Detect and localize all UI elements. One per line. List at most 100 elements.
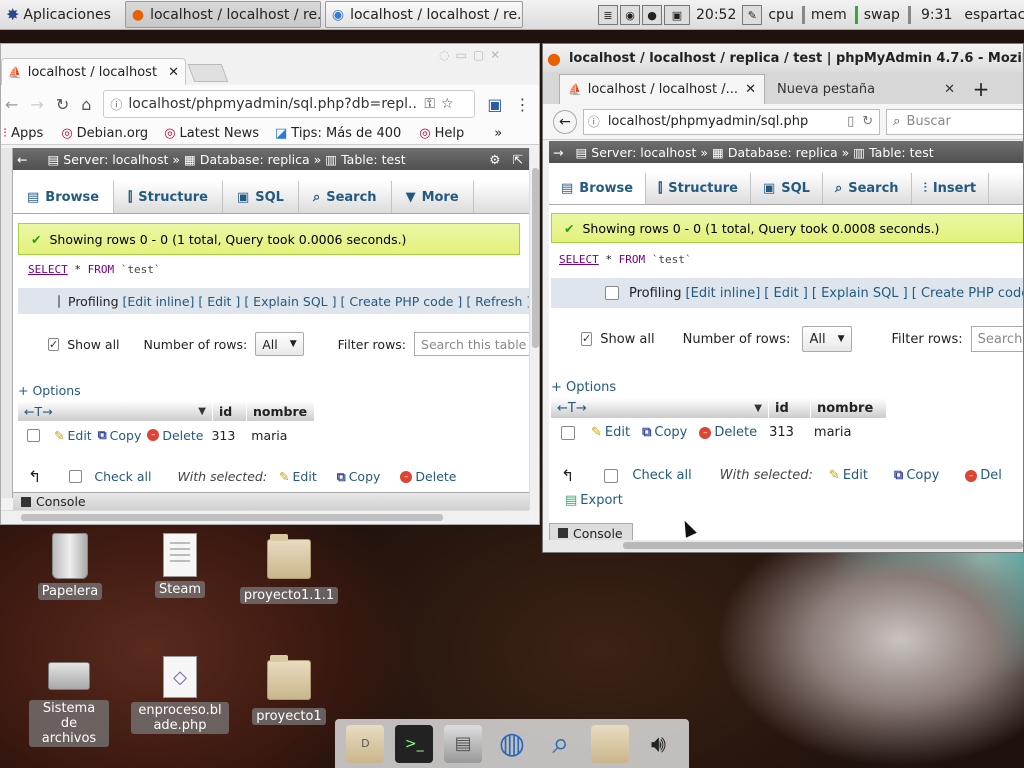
- desktop-icon-steam[interactable]: Steam: [125, 533, 235, 598]
- home-folder-icon[interactable]: D: [346, 724, 385, 763]
- tab-structure[interactable]: ⫿ Structure: [646, 173, 751, 204]
- bulk-edit-button[interactable]: ✎ Edit: [829, 468, 868, 483]
- row-checkbox[interactable]: [27, 428, 40, 442]
- right-address-bar[interactable]: ⓘ localhost/phpmyadmin/sql.php ▯ ↻: [582, 108, 881, 135]
- firefox-tray-icon[interactable]: ●: [642, 5, 662, 25]
- explain-sql-link[interactable]: [ Explain SQL ]: [244, 294, 336, 309]
- notes-icon[interactable]: ≣: [598, 5, 618, 25]
- breadcrumb-table[interactable]: Table: test: [341, 152, 406, 167]
- check-all-label[interactable]: Check all: [94, 469, 151, 484]
- scroll-thumb[interactable]: [532, 168, 539, 348]
- options-link[interactable]: + Options: [18, 383, 529, 398]
- dropdown-arrow-icon[interactable]: ▼: [754, 403, 762, 414]
- bookmark-latest-news[interactable]: Latest News: [180, 126, 259, 141]
- hscroll-thumb[interactable]: [21, 514, 443, 521]
- breadcrumb-server[interactable]: Server: localhost: [63, 152, 168, 167]
- close-tab-icon[interactable]: ✕: [745, 82, 756, 97]
- chrome-tray-icon[interactable]: ◉: [620, 5, 640, 25]
- volume-icon[interactable]: 🔊︎: [639, 725, 677, 763]
- right-browser-tab[interactable]: ⛵ localhost / localhost /... ✕: [559, 74, 765, 104]
- dropdown-arrow-icon[interactable]: ▼: [198, 406, 206, 417]
- tab-sql[interactable]: ▣ SQL: [751, 173, 823, 204]
- clock[interactable]: 20:52: [696, 7, 736, 23]
- desktop-icon-proyecto111[interactable]: proyecto1.1.1: [234, 534, 344, 604]
- export-button[interactable]: ▤ Export: [565, 493, 623, 508]
- bookmark-help[interactable]: Help: [435, 126, 465, 141]
- tab-more[interactable]: ▼ More: [392, 181, 474, 213]
- row-delete-button[interactable]: – Delete: [699, 425, 757, 440]
- sql-keyword-select[interactable]: SELECT: [559, 253, 599, 266]
- bulk-delete-button[interactable]: – Delete: [400, 469, 456, 484]
- terminal-tray-icon[interactable]: ▣: [664, 5, 690, 25]
- left-console-bar[interactable]: Console: [13, 492, 529, 510]
- collapse-top-icon[interactable]: ⇱: [513, 152, 523, 167]
- search-icon[interactable]: ⌕: [542, 725, 580, 763]
- bulk-copy-button[interactable]: ⧉ Copy: [337, 469, 381, 485]
- desktop-icon-papelera[interactable]: Papelera: [15, 533, 125, 600]
- edit-link[interactable]: [ Edit ]: [198, 294, 240, 309]
- edit-inline-link[interactable]: [Edit inline]: [686, 286, 761, 301]
- show-all-checkbox[interactable]: [581, 332, 593, 346]
- column-header-nombre[interactable]: nombre: [247, 401, 315, 421]
- column-header-id[interactable]: id: [213, 401, 247, 421]
- breadcrumb-database[interactable]: Database: replica: [200, 152, 310, 167]
- options-link[interactable]: + Options: [551, 380, 1023, 395]
- terminal-icon[interactable]: >_: [395, 724, 434, 763]
- hscroll-thumb[interactable]: [623, 542, 1023, 549]
- right-horizontal-scrollbar[interactable]: [543, 540, 1023, 552]
- info-icon[interactable]: ⓘ: [588, 113, 600, 130]
- tab-insert[interactable]: ⫶ Insert: [912, 173, 990, 204]
- extension-icon[interactable]: ▣: [487, 95, 502, 114]
- forward-icon[interactable]: →: [30, 95, 43, 114]
- close-tab-icon[interactable]: ✕: [944, 82, 955, 97]
- tab-search[interactable]: ⌕ Search: [823, 173, 912, 204]
- sql-keyword-select[interactable]: SELECT: [28, 263, 68, 276]
- tab-structure[interactable]: ⫿ Structure: [114, 181, 223, 213]
- tab-search[interactable]: ⌕ Search: [299, 181, 392, 213]
- taskbar-button-browser-2[interactable]: ◉ localhost / localhost / re...: [324, 1, 523, 28]
- column-arrows-header[interactable]: ←T→ ▼: [551, 398, 769, 418]
- left-browser-tab[interactable]: ⛵ localhost / localhost ✕: [1, 58, 186, 85]
- minimize-icon[interactable]: ▭: [455, 48, 466, 62]
- row-edit-button[interactable]: ✎ Edit: [591, 425, 630, 440]
- breadcrumb-table[interactable]: Table: test: [869, 145, 934, 160]
- more-bookmarks-chevron[interactable]: »: [494, 126, 502, 141]
- bookmark-tips[interactable]: Tips: Más de 400: [291, 126, 401, 141]
- menu-icon[interactable]: ⋮: [515, 95, 531, 114]
- check-all-checkbox[interactable]: [69, 470, 83, 483]
- edit-inline-link[interactable]: [Edit inline]: [123, 294, 195, 309]
- bookmark-debian[interactable]: Debian.org: [77, 126, 149, 141]
- bookmark-apps[interactable]: Apps: [11, 126, 43, 141]
- breadcrumb-server[interactable]: Server: localhost: [591, 145, 696, 160]
- new-tab[interactable]: Nueva pestaña ✕: [765, 74, 961, 104]
- left-horizontal-scrollbar[interactable]: [1, 510, 529, 524]
- desktop-icon-enproceso[interactable]: ◇ enproceso.blade.php: [125, 656, 235, 734]
- column-header-nombre[interactable]: nombre: [811, 398, 887, 418]
- info-icon[interactable]: ⓘ: [110, 96, 122, 113]
- bulk-copy-button[interactable]: ⧉ Copy: [894, 468, 939, 483]
- home-icon[interactable]: ⌂: [81, 95, 91, 114]
- star-icon[interactable]: ☆: [441, 96, 454, 112]
- settings-gear-icon[interactable]: ⚙: [489, 152, 500, 167]
- taskbar-button-browser-1[interactable]: ● localhost / localhost / re...: [124, 1, 321, 28]
- reload-icon[interactable]: ↻: [56, 95, 69, 114]
- filter-rows-input[interactable]: Search t: [970, 326, 1023, 352]
- desktop-icon-proyecto1[interactable]: proyecto1: [234, 655, 344, 725]
- collapse-arrow-icon[interactable]: ←: [17, 152, 27, 167]
- create-php-code-link[interactable]: [ Create PHP code: [912, 286, 1023, 301]
- web-browser-icon[interactable]: ◍: [493, 725, 531, 763]
- column-header-id[interactable]: id: [769, 398, 811, 418]
- breadcrumb-database[interactable]: Database: replica: [728, 145, 838, 160]
- file-manager-icon[interactable]: ▤: [444, 724, 483, 763]
- column-arrows-header[interactable]: ←T→ ▼: [18, 401, 213, 421]
- folder-icon[interactable]: [590, 724, 629, 763]
- explain-sql-link[interactable]: [ Explain SQL ]: [812, 286, 908, 301]
- bulk-delete-button[interactable]: – Del: [965, 468, 1002, 483]
- show-all-checkbox[interactable]: [48, 337, 60, 351]
- maximize-icon[interactable]: ▢: [473, 48, 484, 62]
- tab-browse[interactable]: ▤ Browse: [13, 181, 115, 213]
- username[interactable]: espartaco: [964, 7, 1024, 23]
- number-of-rows-select[interactable]: All ▼: [802, 326, 852, 352]
- applications-menu[interactable]: ✸ Aplicaciones: [0, 0, 117, 30]
- collapse-arrow-icon[interactable]: →: [553, 145, 563, 160]
